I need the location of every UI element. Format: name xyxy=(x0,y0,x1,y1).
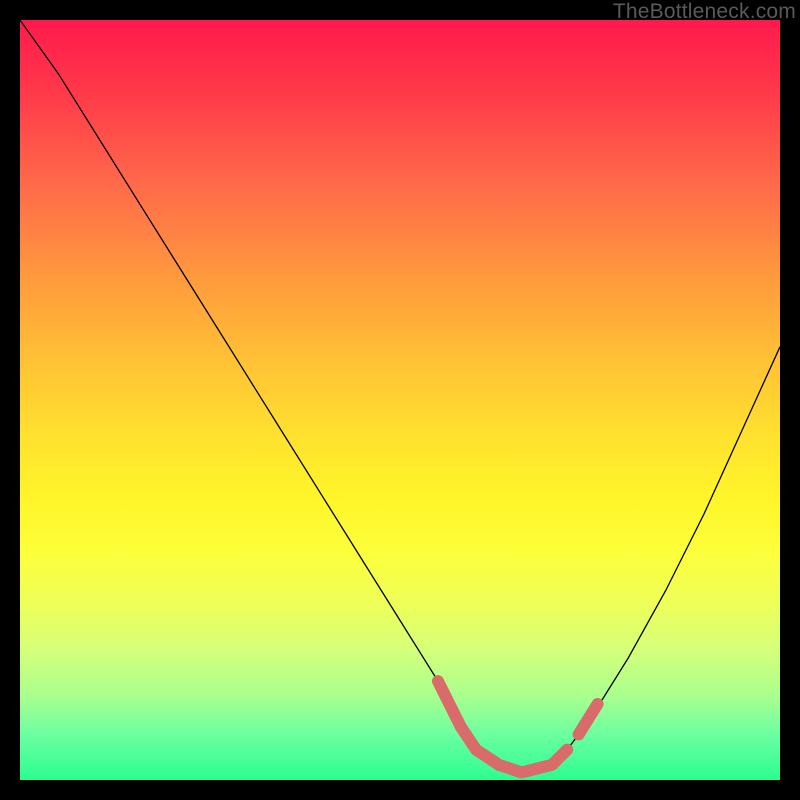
bottleneck-curve xyxy=(20,20,780,772)
highlight-valley xyxy=(438,681,567,772)
highlight-right xyxy=(579,704,598,734)
watermark-text: TheBottleneck.com xyxy=(613,0,796,24)
bottleneck-chart xyxy=(20,20,780,780)
plot-area xyxy=(20,20,780,780)
